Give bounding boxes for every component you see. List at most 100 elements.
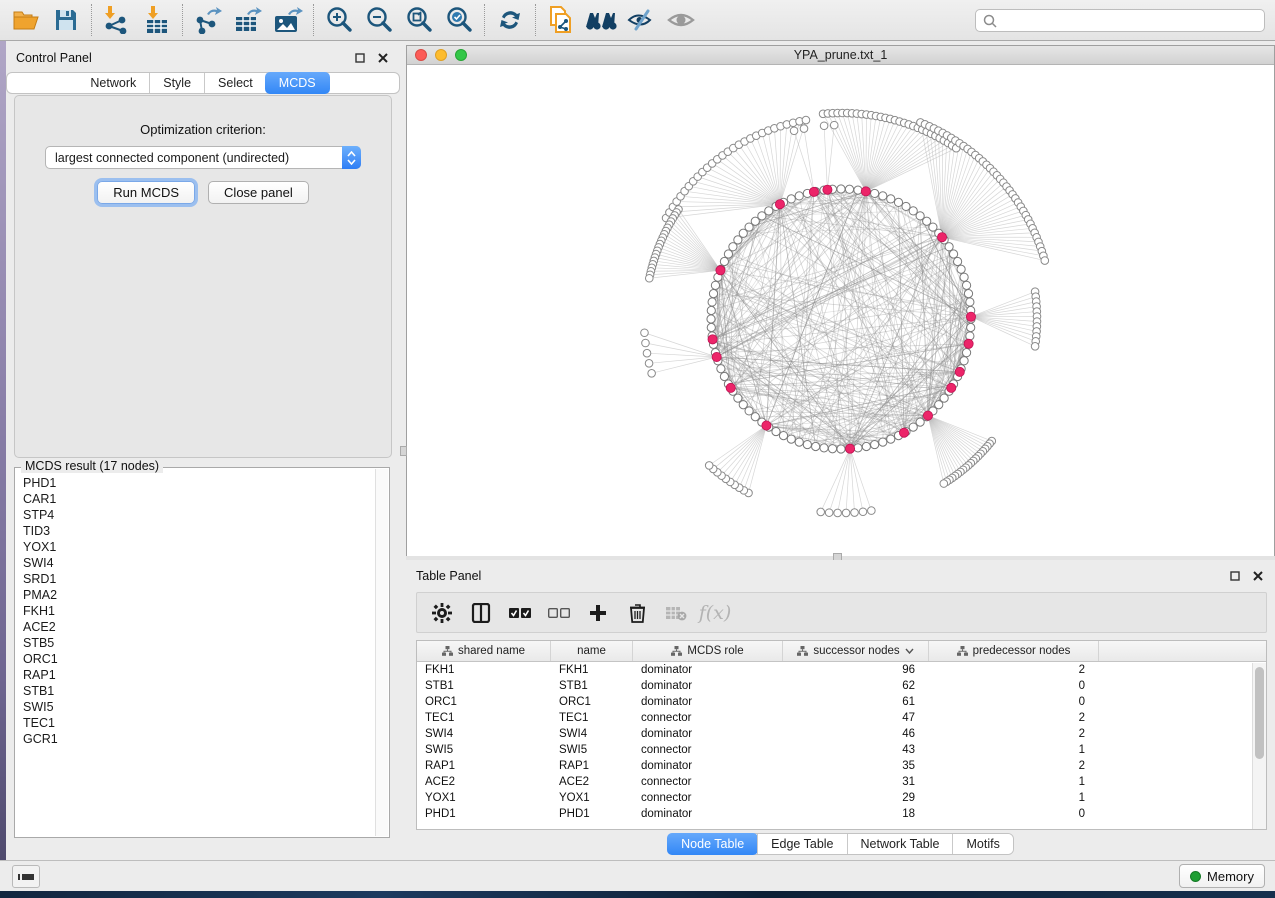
graph-node[interactable] xyxy=(879,438,887,446)
graph-mcds-node[interactable] xyxy=(712,352,721,361)
graph-node[interactable] xyxy=(962,281,970,289)
result-node-item[interactable]: SWI5 xyxy=(23,699,375,715)
graph-node[interactable] xyxy=(962,349,970,357)
network-canvas[interactable] xyxy=(407,65,1274,556)
cell-successor-nodes[interactable]: 47 xyxy=(783,712,929,724)
result-node-item[interactable]: YOX1 xyxy=(23,539,375,555)
graph-node[interactable] xyxy=(967,323,975,331)
graph-mcds-node[interactable] xyxy=(845,444,854,453)
result-node-item[interactable]: SRD1 xyxy=(23,571,375,587)
tab-mcds[interactable]: MCDS xyxy=(265,72,330,94)
show-all-button[interactable] xyxy=(661,3,701,37)
graph-leaf-node[interactable] xyxy=(645,360,653,368)
result-node-item[interactable]: ORC1 xyxy=(23,651,375,667)
graph-leaf-node[interactable] xyxy=(790,127,798,135)
graph-mcds-node[interactable] xyxy=(726,383,735,392)
graph-node[interactable] xyxy=(902,202,910,210)
cell-MCDS-role[interactable]: dominator xyxy=(633,680,783,692)
graph-node[interactable] xyxy=(707,315,715,323)
table-scrollbar-thumb[interactable] xyxy=(1255,667,1264,759)
table-row[interactable]: FKH1FKH1dominator962 xyxy=(417,662,1266,678)
cell-name[interactable]: RAP1 xyxy=(551,760,633,772)
result-node-item[interactable]: STB1 xyxy=(23,683,375,699)
graph-mcds-node[interactable] xyxy=(762,421,771,430)
deselect-all-button[interactable] xyxy=(544,598,574,628)
graph-leaf-node[interactable] xyxy=(1031,342,1039,350)
cell-predecessor-nodes[interactable]: 2 xyxy=(929,712,1099,724)
select-all-button[interactable] xyxy=(505,598,535,628)
graph-node[interactable] xyxy=(854,444,862,452)
export-image-button[interactable] xyxy=(268,3,308,37)
tab-select[interactable]: Select xyxy=(204,73,266,93)
cell-shared-name[interactable]: ORC1 xyxy=(417,696,551,708)
graph-node[interactable] xyxy=(960,357,968,365)
cell-shared-name[interactable]: STB1 xyxy=(417,680,551,692)
task-history-button[interactable] xyxy=(12,865,40,888)
cell-successor-nodes[interactable]: 31 xyxy=(783,776,929,788)
graph-node[interactable] xyxy=(803,440,811,448)
float-table-panel-icon[interactable] xyxy=(1227,569,1242,584)
graph-leaf-node[interactable] xyxy=(851,509,859,517)
cell-shared-name[interactable]: YOX1 xyxy=(417,792,551,804)
cell-name[interactable]: ORC1 xyxy=(551,696,633,708)
graph-node[interactable] xyxy=(909,207,917,215)
graph-leaf-node[interactable] xyxy=(859,508,867,516)
cell-successor-nodes[interactable]: 43 xyxy=(783,744,929,756)
cell-MCDS-role[interactable]: dominator xyxy=(633,760,783,772)
graph-leaf-node[interactable] xyxy=(645,274,653,282)
close-panel-button[interactable]: Close panel xyxy=(208,181,309,204)
graph-mcds-node[interactable] xyxy=(708,335,717,344)
run-mcds-button[interactable]: Run MCDS xyxy=(97,181,195,204)
show-column-button[interactable] xyxy=(466,598,496,628)
tab-node-table[interactable]: Node Table xyxy=(667,833,758,855)
table-row[interactable]: STB1STB1dominator620 xyxy=(417,678,1266,694)
graph-mcds-node[interactable] xyxy=(823,185,832,194)
graph-node[interactable] xyxy=(707,323,715,331)
graph-node[interactable] xyxy=(964,290,972,298)
graph-node[interactable] xyxy=(772,427,780,435)
zoom-in-button[interactable] xyxy=(319,3,359,37)
graph-node[interactable] xyxy=(953,257,961,265)
table-row[interactable]: SWI4SWI4dominator462 xyxy=(417,726,1266,742)
cell-MCDS-role[interactable]: connector xyxy=(633,744,783,756)
graph-mcds-node[interactable] xyxy=(775,200,784,209)
graph-node[interactable] xyxy=(729,243,737,251)
cell-shared-name[interactable]: RAP1 xyxy=(417,760,551,772)
duplicate-network-button[interactable] xyxy=(541,3,581,37)
graph-mcds-node[interactable] xyxy=(964,339,973,348)
close-panel-icon[interactable] xyxy=(375,51,390,66)
close-table-panel-icon[interactable] xyxy=(1250,569,1265,584)
import-table-button[interactable] xyxy=(137,3,177,37)
result-node-item[interactable]: TEC1 xyxy=(23,715,375,731)
graph-leaf-node[interactable] xyxy=(940,480,948,488)
graph-leaf-node[interactable] xyxy=(800,125,808,133)
cell-predecessor-nodes[interactable]: 0 xyxy=(929,696,1099,708)
table-row[interactable]: SWI5SWI5connector431 xyxy=(417,742,1266,758)
table-body[interactable]: FKH1FKH1dominator962STB1STB1dominator620… xyxy=(417,662,1266,822)
graph-leaf-node[interactable] xyxy=(802,116,810,124)
cell-name[interactable]: YOX1 xyxy=(551,792,633,804)
cell-MCDS-role[interactable]: dominator xyxy=(633,696,783,708)
node-table[interactable]: shared namenameMCDS rolesuccessor nodesp… xyxy=(416,640,1267,830)
result-node-item[interactable]: PMA2 xyxy=(23,587,375,603)
graph-leaf-node[interactable] xyxy=(830,121,838,129)
graph-node[interactable] xyxy=(717,365,725,373)
graph-leaf-node[interactable] xyxy=(868,507,876,515)
graph-node[interactable] xyxy=(779,431,787,439)
graph-node[interactable] xyxy=(949,250,957,258)
save-session-button[interactable] xyxy=(46,3,86,37)
tab-network-table[interactable]: Network Table xyxy=(847,834,953,854)
graph-node[interactable] xyxy=(966,298,974,306)
graph-node[interactable] xyxy=(957,265,965,273)
graph-mcds-node[interactable] xyxy=(809,187,818,196)
graph-node[interactable] xyxy=(795,438,803,446)
cell-MCDS-role[interactable]: connector xyxy=(633,712,783,724)
cell-predecessor-nodes[interactable]: 0 xyxy=(929,680,1099,692)
column-header-MCDS-role[interactable]: MCDS role xyxy=(633,641,783,661)
network-search-field[interactable] xyxy=(975,9,1265,32)
cell-shared-name[interactable]: PHD1 xyxy=(417,808,551,820)
table-row[interactable]: RAP1RAP1dominator352 xyxy=(417,758,1266,774)
cell-name[interactable]: FKH1 xyxy=(551,664,633,676)
result-scrollbar[interactable] xyxy=(375,469,388,836)
result-node-item[interactable]: SWI4 xyxy=(23,555,375,571)
